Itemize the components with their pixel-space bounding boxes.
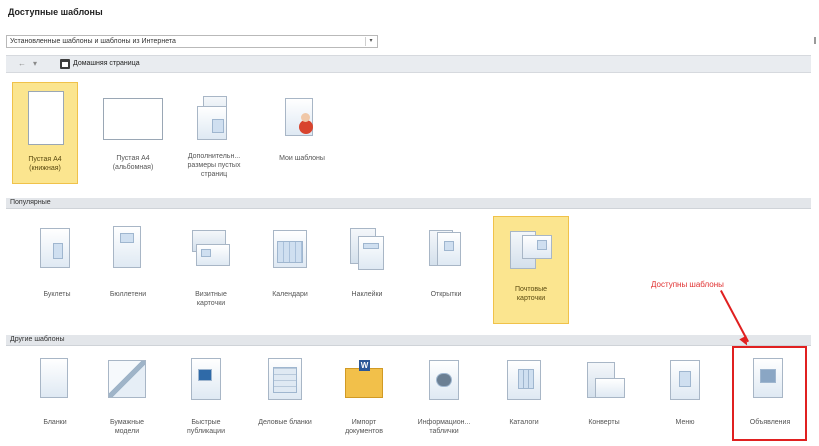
tile-label: Наклейки — [351, 291, 383, 298]
template-labels[interactable]: Наклейки — [336, 216, 398, 324]
envelope-front-icon — [595, 378, 625, 398]
scrollbar-tick — [814, 37, 816, 44]
menus-icon — [670, 360, 700, 400]
template-page-sizes[interactable]: Дополнительн... размеры пустых страниц — [181, 82, 247, 184]
forms-icon — [40, 358, 68, 398]
chevron-down-icon[interactable]: ▾ — [365, 37, 376, 46]
tile-label: Каталоги — [509, 419, 539, 426]
tile-label: Бюллетени — [109, 291, 147, 298]
quick-publications-icon — [191, 358, 221, 400]
template-paper-models[interactable]: Бумажные модели — [96, 350, 158, 444]
template-import-documents[interactable]: W Импорт документов — [333, 350, 395, 444]
tile-label: Меню — [675, 419, 695, 426]
template-my-templates[interactable]: Мои шаблоны — [269, 82, 335, 184]
calendar-icon — [273, 230, 307, 268]
template-newsletters[interactable]: Бюллетени — [97, 216, 159, 324]
blank-landscape-page-icon — [103, 98, 163, 140]
catalogs-icon — [507, 360, 541, 400]
folder-icon — [345, 368, 383, 398]
paper-models-icon — [108, 360, 146, 398]
template-blank-a4-landscape[interactable]: Пустая А4 (альбомная) — [97, 82, 169, 184]
template-information-signs[interactable]: Информацион... таблички — [413, 350, 475, 444]
template-catalogs[interactable]: Каталоги — [493, 350, 555, 444]
blank-portrait-page-icon — [28, 91, 64, 145]
template-greeting-cards[interactable]: Открытки — [415, 216, 477, 324]
user-head-icon — [301, 113, 310, 122]
tile-label: Бланки — [43, 419, 67, 426]
section-other: Другие шаблоны — [6, 335, 811, 346]
page-sizes-front-icon — [197, 106, 227, 140]
template-calendars[interactable]: Календари — [259, 216, 321, 324]
word-document-icon: W — [359, 360, 370, 371]
information-signs-icon — [429, 360, 459, 400]
template-business-forms[interactable]: Деловые бланки — [254, 350, 316, 444]
tile-label: Импорт документов — [345, 419, 383, 435]
template-blank-a4-portrait[interactable]: Пустая А4 (книжная) — [12, 82, 78, 184]
tile-label: Почтовые карточки — [514, 286, 548, 302]
business-forms-icon — [268, 358, 302, 400]
tile-label: Информацион... таблички — [417, 419, 471, 435]
template-source-value: Установленные шаблоны и шаблоны из Интер… — [10, 38, 176, 45]
tile-label: Открытки — [430, 291, 462, 298]
home-icon[interactable] — [60, 59, 70, 69]
breadcrumb-home[interactable]: Домашняя страница — [73, 58, 140, 70]
tile-label: Мои шаблоны — [279, 155, 325, 162]
page-title: Доступные шаблоны — [8, 7, 103, 17]
tile-label: Календари — [272, 291, 308, 298]
back-arrow-icon[interactable]: ← — [18, 58, 26, 70]
template-business-cards[interactable]: Визитные карточки — [180, 216, 242, 324]
greeting-card-front-icon — [437, 232, 461, 266]
annotation-highlight-box — [732, 346, 807, 441]
template-postcards[interactable]: Почтовые карточки — [493, 216, 569, 324]
tile-label: Бумажные модели — [109, 419, 145, 435]
annotation-label: Доступны шаблоны — [651, 280, 724, 289]
tile-label: Буклеты — [43, 291, 71, 298]
template-envelopes[interactable]: Конверты — [573, 350, 635, 444]
postcard-front-icon — [522, 235, 552, 259]
tile-label: Пустая А4 (альбомная) — [112, 155, 154, 171]
tile-label: Визитные карточки — [195, 291, 227, 307]
business-card-front-icon — [196, 244, 230, 266]
template-forms[interactable]: Бланки — [24, 350, 86, 444]
tile-label: Пустая А4 (книжная) — [28, 156, 62, 172]
section-popular: Популярные — [6, 198, 811, 209]
navigation-bar: ← ▾ Домашняя страница — [6, 55, 811, 73]
tile-label: Деловые бланки — [258, 419, 312, 426]
user-icon — [299, 120, 313, 134]
template-booklets[interactable]: Буклеты — [26, 216, 88, 324]
template-source-select[interactable]: Установленные шаблоны и шаблоны из Интер… — [6, 35, 378, 48]
template-menus[interactable]: Меню — [654, 350, 716, 444]
template-quick-publications[interactable]: Быстрые публикации — [175, 350, 237, 444]
tile-label: Быстрые публикации — [187, 419, 225, 435]
labels-front-icon — [358, 236, 384, 270]
booklets-icon — [40, 228, 70, 268]
tile-label: Дополнительн... размеры пустых страниц — [187, 153, 241, 178]
newsletters-icon — [113, 226, 141, 268]
history-dropdown-icon[interactable]: ▾ — [33, 58, 37, 70]
tile-label: Конверты — [588, 419, 620, 426]
